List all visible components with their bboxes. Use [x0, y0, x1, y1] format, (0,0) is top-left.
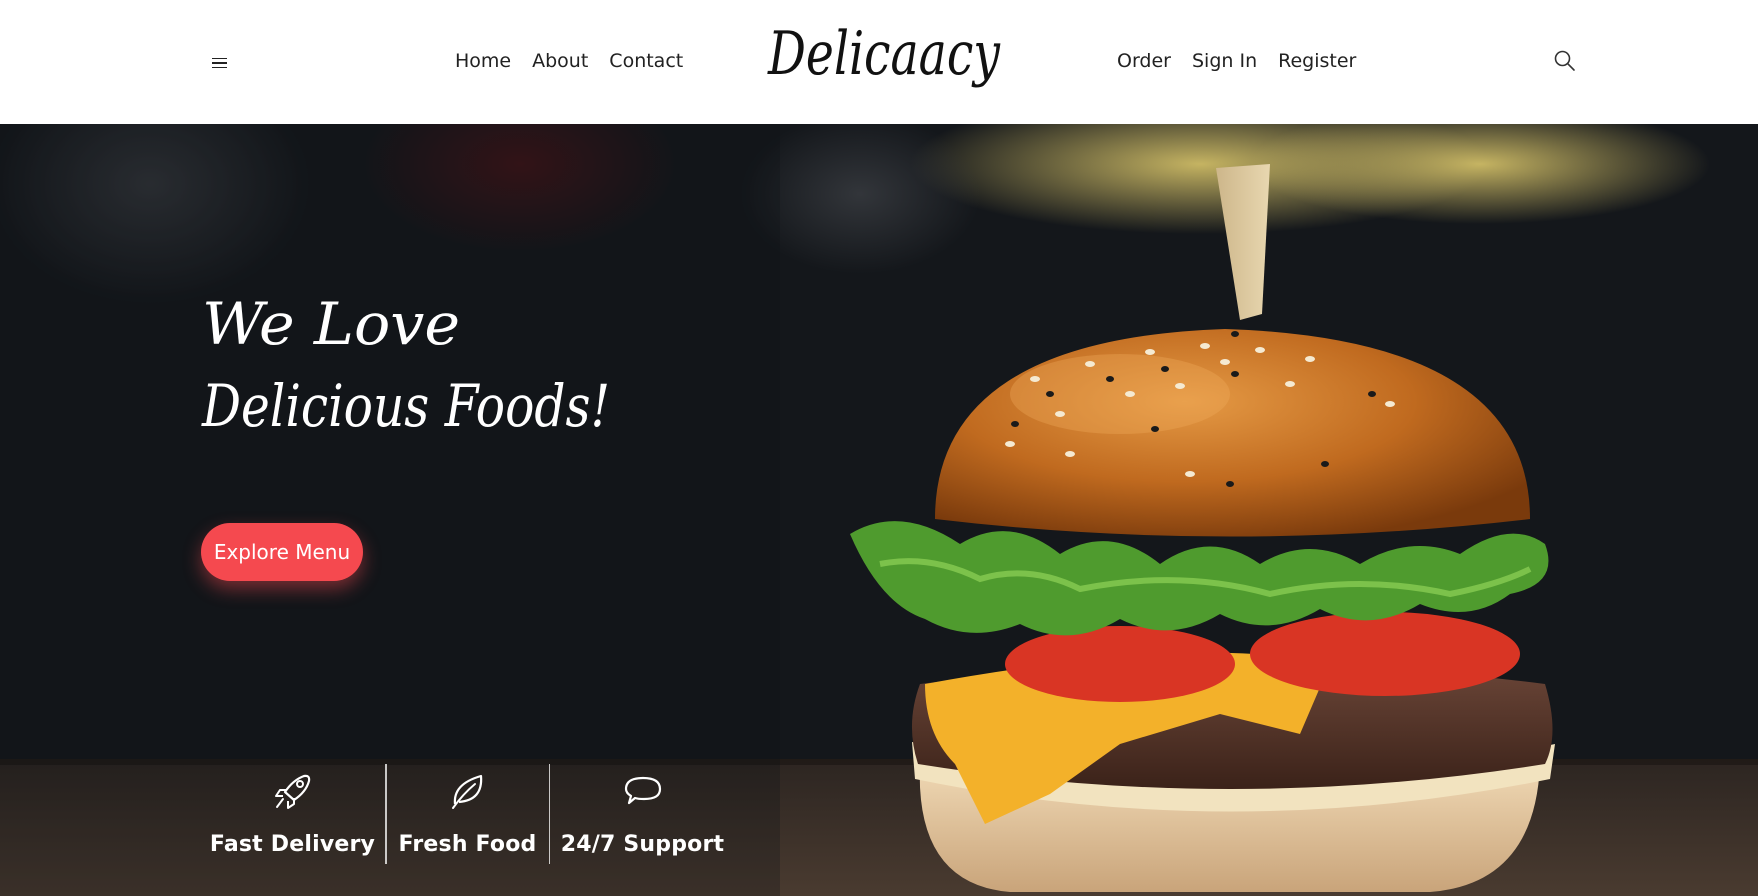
- nav-right: Order Sign In Register: [1117, 50, 1356, 72]
- chat-bubble-icon: [624, 776, 661, 805]
- nav-link-register[interactable]: Register: [1278, 50, 1356, 72]
- site-header: Home About Contact Delicaacy Order Sign …: [0, 0, 1758, 124]
- nav-link-sign-in[interactable]: Sign In: [1192, 50, 1257, 72]
- hero-title-line2: Delicious Foods!: [201, 372, 610, 440]
- hero-title: We Love Delicious Foods!: [201, 290, 610, 440]
- feature-label-support: 24/7 Support: [560, 832, 725, 857]
- feature-label-fresh-food: Fresh Food: [398, 832, 537, 857]
- rocket-icon: [274, 774, 310, 809]
- feature-fast-delivery: Fast Delivery: [200, 764, 385, 868]
- nav-left: Home About Contact: [455, 50, 683, 72]
- search-icon[interactable]: [1552, 48, 1578, 74]
- hamburger-menu-icon[interactable]: [206, 50, 236, 76]
- nav-link-home[interactable]: Home: [455, 50, 511, 72]
- features-strip: Fast Delivery Fresh Food 24/7 Support: [200, 764, 735, 868]
- hero-section: We Love Delicious Foods! Explore Menu Fa…: [0, 124, 1758, 896]
- feature-label-fast-delivery: Fast Delivery: [209, 832, 376, 857]
- nav-link-contact[interactable]: Contact: [609, 50, 683, 72]
- nav-link-order[interactable]: Order: [1117, 50, 1171, 72]
- nav-link-about[interactable]: About: [532, 50, 588, 72]
- explore-menu-button[interactable]: Explore Menu: [201, 523, 363, 581]
- brand-logo[interactable]: Delicaacy: [760, 12, 1012, 112]
- feature-fresh-food: Fresh Food: [387, 764, 549, 868]
- hero-title-line1: We Love: [202, 290, 460, 358]
- feature-support: 24/7 Support: [550, 764, 735, 868]
- brand-text: Delicaacy: [767, 19, 1001, 89]
- leaf-icon: [451, 774, 482, 809]
